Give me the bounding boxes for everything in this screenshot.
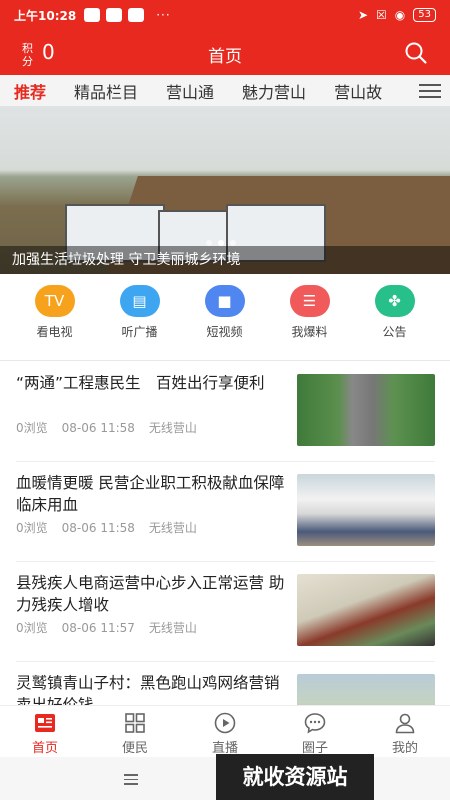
quick-announcement[interactable]: ✤ 公告 xyxy=(352,285,437,345)
news-source: 无线营山 xyxy=(148,621,197,635)
status-bar: 上午10:28 ··· ➤ ☒ ◉ 53 xyxy=(0,0,450,30)
nav-home[interactable]: 首页 xyxy=(0,706,90,757)
quick-report[interactable]: ☰ 我爆料 xyxy=(267,285,352,345)
nav-label: 我的 xyxy=(391,741,418,756)
quick-radio[interactable]: ▤ 听广播 xyxy=(97,285,182,345)
section-divider xyxy=(0,360,450,361)
quick-label: 看电视 xyxy=(36,325,73,339)
bottom-nav: 首页 便民 直播 圈子 我的 xyxy=(0,705,450,757)
quick-tv[interactable]: TV 看电视 xyxy=(12,285,97,345)
nav-label: 首页 xyxy=(31,741,58,756)
app-notification-icon xyxy=(84,8,101,22)
play-icon xyxy=(214,712,236,734)
tab-yingshantong[interactable]: 营山通 xyxy=(152,79,228,103)
quick-short-video[interactable]: ■ 短视频 xyxy=(182,285,267,345)
banner-caption: 加强生活垃圾处理 守卫美丽城乡环境 xyxy=(0,246,450,274)
radio-icon: ▤ xyxy=(119,285,160,317)
report-icon: ☰ xyxy=(289,285,330,317)
nav-services[interactable]: 便民 xyxy=(90,706,180,757)
tab-charm-yingshan[interactable]: 魅力营山 xyxy=(228,79,320,103)
quick-label: 我爆料 xyxy=(291,325,328,339)
news-thumbnail xyxy=(297,474,435,546)
view-count: 0浏览 xyxy=(16,521,48,535)
nav-label: 便民 xyxy=(121,741,148,756)
nav-live[interactable]: 直播 xyxy=(180,706,270,757)
tab-yingshan-story[interactable]: 营山故 xyxy=(320,79,396,103)
list-item[interactable]: 血暖情更暖 民营企业职工积极献血保障临床用血 0浏览 08-06 11:58 无线营… xyxy=(0,462,450,562)
location-icon: ➤ xyxy=(357,8,369,22)
list-item[interactable]: “两通”工程惠民生 百姓出行享便利 0浏览 08-06 11:58 无线营山 xyxy=(0,362,450,462)
page-title: 首页 xyxy=(208,47,242,67)
sim-icon: ☒ xyxy=(376,8,387,22)
status-time: 上午10:28 xyxy=(14,8,77,23)
news-title: “两通”工程惠民生 百姓出行享便利 xyxy=(16,374,265,392)
nav-circle[interactable]: 圈子 xyxy=(270,706,360,757)
news-title: 血暖情更暖 民营企业职工积极献血保障临床用血 xyxy=(16,474,285,514)
app-notification-icon xyxy=(106,8,123,22)
news-meta: 0浏览 08-06 11:58 无线营山 xyxy=(16,519,211,536)
list-item[interactable]: 县残疾人电商运营中心步入正常运营 助力残疾人增收 0浏览 08-06 11:57 无… xyxy=(0,562,450,662)
video-camera-icon: ■ xyxy=(204,285,245,317)
search-icon[interactable] xyxy=(404,41,428,65)
quick-label: 短视频 xyxy=(206,325,243,339)
grid-icon xyxy=(125,713,145,733)
quick-label: 公告 xyxy=(382,325,407,339)
news-thumbnail xyxy=(297,574,435,646)
news-date: 08-06 11:58 xyxy=(61,421,135,435)
news-icon xyxy=(35,714,55,732)
news-meta: 0浏览 08-06 11:57 无线营山 xyxy=(16,619,211,636)
tab-featured[interactable]: 精品栏目 xyxy=(60,79,152,103)
more-notifications: ··· xyxy=(156,8,171,22)
news-source: 无线营山 xyxy=(148,421,197,435)
banner-carousel[interactable]: 加强生活垃圾处理 守卫美丽城乡环境 xyxy=(0,106,450,274)
wifi-icon: ◉ xyxy=(394,8,406,22)
news-meta: 0浏览 08-06 11:58 无线营山 xyxy=(16,419,211,436)
nav-mine[interactable]: 我的 xyxy=(360,706,450,757)
chat-icon xyxy=(304,713,326,734)
news-date: 08-06 11:57 xyxy=(61,621,135,635)
app-notification-icon xyxy=(128,8,145,22)
tv-icon: TV xyxy=(34,285,75,317)
menu-icon[interactable] xyxy=(124,774,138,788)
announcement-icon: ✤ xyxy=(374,285,415,317)
news-title: 县残疾人电商运营中心步入正常运营 助力残疾人增收 xyxy=(16,574,285,614)
user-icon xyxy=(395,713,415,734)
news-thumbnail xyxy=(297,374,435,446)
view-count: 0浏览 xyxy=(16,421,48,435)
view-count: 0浏览 xyxy=(16,621,48,635)
category-tabs: 推荐 精品栏目 营山通 魅力营山 营山故 xyxy=(0,75,450,106)
battery-icon: 53 xyxy=(413,8,436,22)
quick-access: TV 看电视 ▤ 听广播 ■ 短视频 ☰ 我爆料 ✤ 公告 xyxy=(0,285,450,345)
quick-label: 听广播 xyxy=(121,325,158,339)
tab-recommend[interactable]: 推荐 xyxy=(0,79,60,103)
watermark: 就收资源站 xyxy=(216,754,374,800)
app-header: 积分 0 首页 xyxy=(0,30,450,75)
news-source: 无线营山 xyxy=(148,521,197,535)
menu-icon[interactable] xyxy=(410,75,450,106)
news-date: 08-06 11:58 xyxy=(61,521,135,535)
